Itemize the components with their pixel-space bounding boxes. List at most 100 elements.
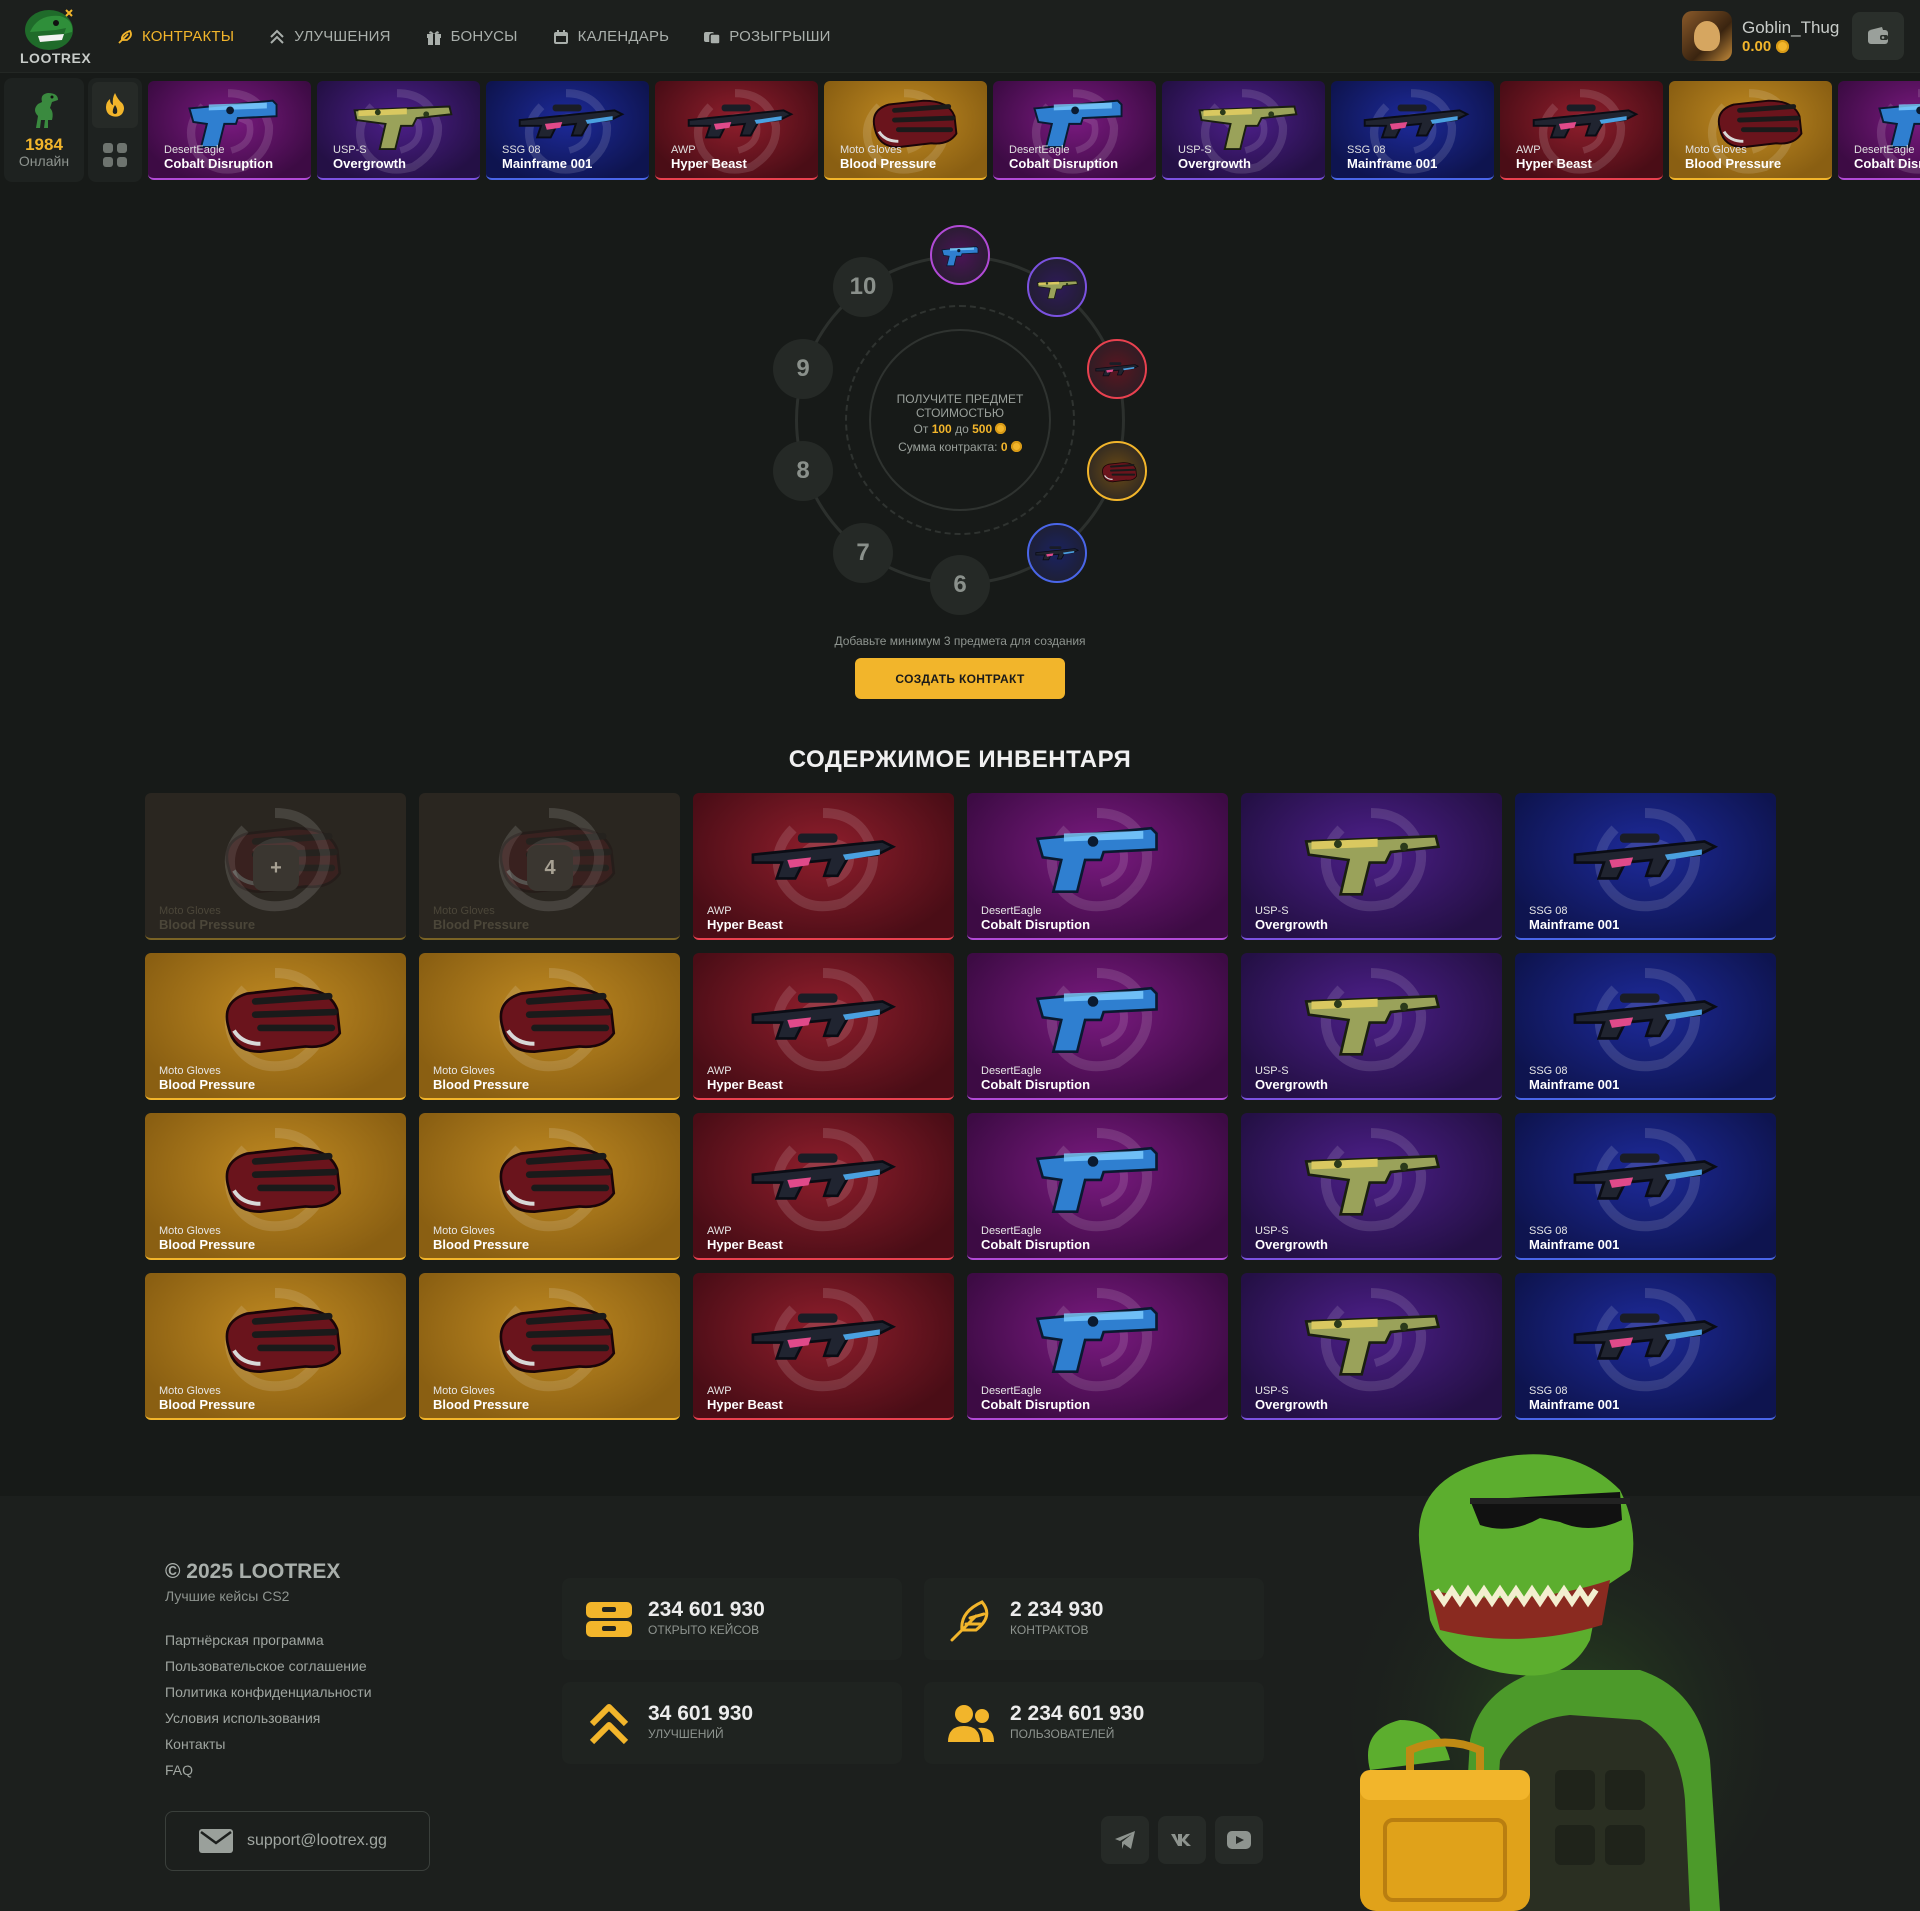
stat-users: 2 234 601 930 ПОЛЬЗОВАТЕЛЕЙ bbox=[924, 1682, 1264, 1764]
contract-slot[interactable] bbox=[1026, 256, 1087, 317]
weapon-name: SSG 08 bbox=[1529, 1065, 1568, 1077]
inventory-item[interactable]: Moto Gloves Blood Pressure bbox=[419, 953, 680, 1100]
slot-item-image bbox=[941, 246, 979, 267]
weapon-image bbox=[1036, 1306, 1158, 1374]
link-terms[interactable]: Условия использования bbox=[165, 1708, 372, 1734]
contract-slot[interactable]: 8 bbox=[773, 440, 834, 501]
nav-calendar[interactable]: КАЛЕНДАРЬ bbox=[552, 28, 670, 46]
inventory-item[interactable]: Moto Gloves Blood Pressure bbox=[145, 1113, 406, 1260]
inventory-item[interactable]: 4 Moto Gloves Blood Pressure bbox=[419, 793, 680, 940]
live-drop-item[interactable]: DesertEagleCobalt Disruption bbox=[148, 81, 311, 180]
nav-contracts[interactable]: КОНТРАКТЫ bbox=[116, 28, 234, 46]
link-privacy[interactable]: Политика конфиденциальности bbox=[165, 1682, 372, 1708]
youtube-icon bbox=[1227, 1831, 1251, 1849]
live-drop-item[interactable]: AWP Hyper Beast bbox=[1500, 81, 1663, 180]
inventory-item[interactable]: USP-S Overgrowth bbox=[1241, 1113, 1502, 1260]
item-count-badge[interactable]: + bbox=[253, 845, 299, 891]
skin-name: Hyper Beast bbox=[707, 917, 783, 932]
link-contacts[interactable]: Контакты bbox=[165, 1734, 372, 1760]
inventory-item[interactable]: AWP Hyper Beast bbox=[693, 953, 954, 1100]
weapon-name: SSG 08 bbox=[1347, 144, 1386, 156]
live-drop-item[interactable]: Moto Gloves Blood Pressure bbox=[1669, 81, 1832, 180]
inventory-item[interactable]: USP-S Overgrowth bbox=[1241, 793, 1502, 940]
main-nav: КОНТРАКТЫ УЛУЧШЕНИЯ БОНУСЫ КАЛЕНДАРЬ РОЗ… bbox=[116, 0, 831, 73]
avatar[interactable] bbox=[1682, 11, 1732, 61]
nav-giveaways[interactable]: РОЗЫГРЫШИ bbox=[703, 28, 830, 46]
stat-value: 2 234 601 930 bbox=[1010, 1702, 1145, 1725]
contract-slot[interactable] bbox=[1086, 440, 1147, 501]
inventory-item[interactable]: DesertEagle Cobalt Disruption bbox=[967, 953, 1228, 1100]
contract-slot[interactable] bbox=[1026, 523, 1087, 584]
live-drop-tabs bbox=[88, 78, 142, 182]
inventory-item[interactable]: Moto Gloves Blood Pressure bbox=[145, 953, 406, 1100]
inventory-item[interactable]: Moto Gloves Blood Pressure bbox=[419, 1273, 680, 1420]
weapon-image bbox=[1573, 992, 1717, 1040]
live-drop-item[interactable]: DesertEagleCobalt Disruption bbox=[1838, 81, 1920, 180]
contract-slot[interactable] bbox=[930, 225, 990, 285]
inventory-item[interactable]: AWP Hyper Beast bbox=[693, 1273, 954, 1420]
feather-icon bbox=[950, 1600, 989, 1642]
stat-label: ПОЛЬЗОВАТЕЛЕЙ bbox=[1010, 1727, 1115, 1741]
live-drop-item[interactable]: SSG 08 Mainframe 001 bbox=[486, 81, 649, 180]
inventory-item[interactable]: SSG 08 Mainframe 001 bbox=[1515, 1273, 1776, 1420]
inventory-item[interactable]: DesertEagle Cobalt Disruption bbox=[967, 1113, 1228, 1260]
tab-all-drops[interactable] bbox=[92, 132, 138, 178]
weapon-image bbox=[474, 975, 624, 1057]
online-counter: 1984 Онлайн bbox=[4, 78, 84, 182]
nav-bonuses[interactable]: БОНУСЫ bbox=[425, 28, 518, 46]
vk-button[interactable] bbox=[1158, 1816, 1206, 1864]
contract-slot[interactable] bbox=[1086, 339, 1147, 399]
skin-name: Overgrowth bbox=[1255, 917, 1328, 932]
inventory-grid: + Moto Gloves Blood Pressure 4 Moto Gloves Bl… bbox=[145, 793, 1776, 1420]
contract-slot[interactable]: 9 bbox=[773, 339, 834, 399]
link-user-agreement[interactable]: Пользовательское соглашение bbox=[165, 1656, 372, 1682]
weapon-name: USP-S bbox=[1255, 1065, 1289, 1077]
create-contract-button[interactable]: СОЗДАТЬ КОНТРАКТ bbox=[855, 658, 1065, 699]
live-drop-item[interactable]: SSG 08 Mainframe 001 bbox=[1331, 81, 1494, 180]
inventory-item[interactable]: SSG 08 Mainframe 001 bbox=[1515, 793, 1776, 940]
inventory-item[interactable]: SSG 08 Mainframe 001 bbox=[1515, 953, 1776, 1100]
inventory-item[interactable]: SSG 08 Mainframe 001 bbox=[1515, 1113, 1776, 1260]
live-drop-item[interactable]: USP-S Overgrowth bbox=[1162, 81, 1325, 180]
support-email-button[interactable]: support@lootrex.gg bbox=[165, 1811, 430, 1871]
item-count-badge[interactable]: 4 bbox=[527, 845, 573, 891]
inventory-item[interactable]: AWP Hyper Beast bbox=[693, 1113, 954, 1260]
user-balance: 0.00 bbox=[1742, 38, 1839, 55]
contract-sum: Сумма контракта: 0 bbox=[870, 440, 1050, 454]
weapon-image bbox=[751, 832, 895, 880]
live-drop-item[interactable]: USP-S Overgrowth bbox=[317, 81, 480, 180]
inventory-item[interactable]: Moto Gloves Blood Pressure bbox=[419, 1113, 680, 1260]
live-drop-item[interactable]: DesertEagleCobalt Disruption bbox=[993, 81, 1156, 180]
weapon-image bbox=[751, 992, 895, 1040]
inventory-item[interactable]: DesertEagle Cobalt Disruption bbox=[967, 1273, 1228, 1420]
inventory-item[interactable]: DesertEagle Cobalt Disruption bbox=[967, 793, 1228, 940]
contract-slot[interactable]: 7 bbox=[833, 523, 893, 584]
link-faq[interactable]: FAQ bbox=[165, 1760, 372, 1786]
inventory-item[interactable]: + Moto Gloves Blood Pressure bbox=[145, 793, 406, 940]
contract-slot[interactable]: 6 bbox=[930, 555, 990, 615]
telegram-button[interactable] bbox=[1101, 1816, 1149, 1864]
weapon-image bbox=[1304, 1154, 1440, 1216]
nav-upgrades[interactable]: УЛУЧШЕНИЯ bbox=[268, 28, 390, 46]
stat-cases: 234 601 930 ОТКРЫТО КЕЙСОВ bbox=[562, 1578, 902, 1660]
weapon-image bbox=[854, 91, 964, 151]
wallet-button[interactable] bbox=[1852, 12, 1904, 60]
youtube-button[interactable] bbox=[1215, 1816, 1263, 1864]
weapon-name: Moto Gloves bbox=[159, 905, 221, 917]
skin-name: Blood Pressure bbox=[159, 1397, 256, 1412]
inventory-item[interactable]: AWP Hyper Beast bbox=[693, 793, 954, 940]
nav-label: БОНУСЫ bbox=[450, 28, 518, 45]
weapon-name: Moto Gloves bbox=[159, 1385, 221, 1397]
skin-name: Blood Pressure bbox=[1685, 156, 1782, 171]
weapon-name: Moto Gloves bbox=[433, 1225, 495, 1237]
tab-top-drops[interactable] bbox=[92, 82, 138, 128]
live-drop-item[interactable]: AWP Hyper Beast bbox=[655, 81, 818, 180]
user-profile[interactable]: Goblin_Thug 0.00 bbox=[1682, 11, 1839, 61]
link-partner[interactable]: Партнёрская программа bbox=[165, 1630, 372, 1656]
sum-value: 0 bbox=[1000, 440, 1008, 454]
inventory-item[interactable]: USP-S Overgrowth bbox=[1241, 953, 1502, 1100]
contract-slot[interactable]: 10 bbox=[833, 256, 893, 317]
inventory-item[interactable]: USP-S Overgrowth bbox=[1241, 1273, 1502, 1420]
live-drop-item[interactable]: Moto Gloves Blood Pressure bbox=[824, 81, 987, 180]
inventory-item[interactable]: Moto Gloves Blood Pressure bbox=[145, 1273, 406, 1420]
